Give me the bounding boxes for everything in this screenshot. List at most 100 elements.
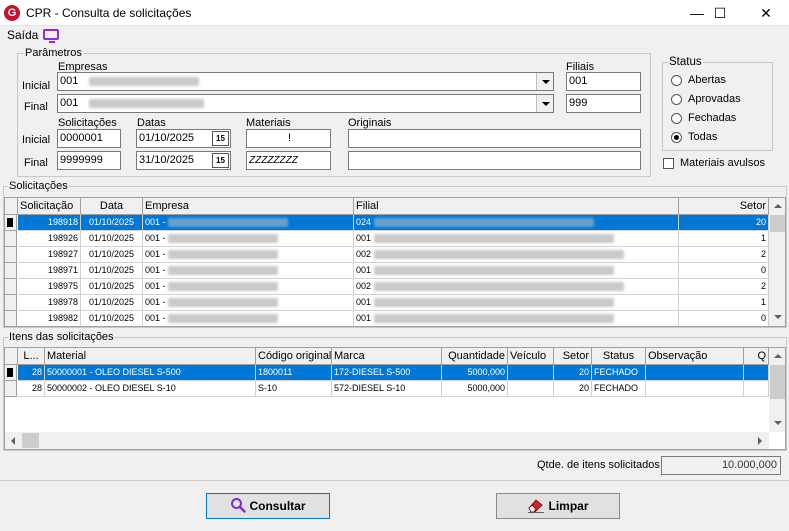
cell-solicitacao: 198978: [18, 295, 81, 311]
grid-corner: [5, 348, 18, 365]
row-indicator: [5, 279, 17, 295]
original-inicial-input[interactable]: [348, 129, 641, 148]
cell-filial: 024: [354, 215, 679, 231]
cell-filial: 001: [354, 311, 679, 326]
material-inicial-input[interactable]: !: [246, 129, 331, 148]
itens-hscrollbar[interactable]: [5, 432, 769, 449]
empresa-inicial-dropdown-button[interactable]: [536, 73, 553, 90]
parametros-legend: Parâmetros: [24, 47, 83, 59]
col-quantidade[interactable]: Quantidade: [442, 348, 508, 365]
col-status[interactable]: Status: [592, 348, 646, 365]
col-l[interactable]: L...: [18, 348, 45, 365]
grid-corner: [5, 198, 18, 215]
material-final-input[interactable]: ZZZZZZZZ: [246, 151, 331, 170]
data-final-input[interactable]: 31/10/2025 15: [136, 151, 231, 170]
cell-empresa: 001 -: [143, 295, 354, 311]
empresa-inicial-label: Inicial: [22, 80, 51, 92]
cell-empresa-code: 001 -: [145, 265, 166, 275]
col-observacao[interactable]: Observação: [646, 348, 744, 365]
monitor-icon[interactable]: [43, 29, 59, 43]
cell-data: 01/10/2025: [81, 311, 143, 326]
scroll-down-arrow[interactable]: [769, 309, 785, 326]
filial-final-input[interactable]: 999: [566, 94, 641, 113]
close-button[interactable]: ✕: [743, 0, 789, 26]
scroll-thumb[interactable]: [770, 365, 785, 399]
cell-empresa-code: 001 -: [145, 281, 166, 291]
originais-label: Originais: [348, 117, 392, 129]
itens-vscrollbar[interactable]: [769, 348, 785, 432]
status-todas-label[interactable]: Todas: [688, 131, 717, 143]
scroll-right-arrow[interactable]: [752, 432, 769, 449]
empresa-final-dropdown-button[interactable]: [536, 95, 553, 112]
status-fechadas-label[interactable]: Fechadas: [688, 112, 736, 124]
itens-grid[interactable]: L... Material Código original Marca Quan…: [4, 347, 786, 450]
cell-empresa: 001 -: [143, 263, 354, 279]
row-indicator: [5, 247, 17, 263]
col-codigo-original[interactable]: Código original: [256, 348, 332, 365]
col-marca[interactable]: Marca: [332, 348, 442, 365]
col-filial[interactable]: Filial: [354, 198, 679, 215]
hscroll-thumb[interactable]: [22, 433, 39, 448]
empresa-final-combo[interactable]: 001: [57, 94, 554, 113]
cell-solicitacao: 198918: [18, 215, 81, 231]
cell-status: FECHADO: [592, 365, 646, 381]
status-todas-radio[interactable]: [671, 132, 682, 143]
status-abertas-label[interactable]: Abertas: [688, 74, 726, 86]
solicitacao-final-input[interactable]: 9999999: [57, 151, 121, 170]
cell-marca: 572-DIESEL S-10: [332, 381, 442, 397]
scroll-thumb[interactable]: [770, 215, 785, 232]
calendar-icon[interactable]: 15: [212, 131, 229, 146]
scroll-left-arrow[interactable]: [5, 432, 22, 449]
col-q[interactable]: Q: [744, 348, 769, 365]
consultar-label: Consultar: [249, 499, 306, 513]
cell-quantidade: 5000,000: [442, 365, 508, 381]
cell-material: 50000002 - OLEO DIESEL S-10: [45, 381, 256, 397]
materiais-avulsos-checkbox[interactable]: [663, 158, 674, 169]
cell-setor: 2: [679, 279, 769, 295]
cell-solicitacao: 198926: [18, 231, 81, 247]
col-material[interactable]: Material: [45, 348, 256, 365]
cell-filial-code: 002: [356, 249, 372, 259]
cell-empresa-code: 001 -: [145, 249, 166, 259]
original-final-input[interactable]: [348, 151, 641, 170]
row-indicator: [5, 365, 17, 381]
cell-setor: 1: [679, 295, 769, 311]
col-setor[interactable]: Setor: [554, 348, 592, 365]
scroll-up-arrow[interactable]: [769, 198, 785, 215]
status-fechadas-radio[interactable]: [671, 113, 682, 124]
col-empresa[interactable]: Empresa: [143, 198, 354, 215]
maximize-button[interactable]: ☐: [697, 0, 743, 26]
scroll-down-arrow[interactable]: [769, 415, 785, 432]
menu-saida[interactable]: Saída: [7, 28, 38, 42]
filial-inicial-input[interactable]: 001: [566, 72, 641, 91]
status-abertas-radio[interactable]: [671, 75, 682, 86]
cell-data: 01/10/2025: [81, 295, 143, 311]
scroll-up-arrow[interactable]: [769, 348, 785, 365]
consultar-button[interactable]: Consultar: [206, 493, 330, 519]
status-aprovadas-radio[interactable]: [671, 94, 682, 105]
empresa-inicial-combo[interactable]: 001: [57, 72, 554, 91]
limpar-button[interactable]: Limpar: [496, 493, 620, 519]
materiais-avulsos-label[interactable]: Materiais avulsos: [680, 157, 765, 169]
col-data[interactable]: Data: [81, 198, 143, 215]
itens-legend: Itens das solicitações: [8, 331, 115, 343]
col-solicitacao[interactable]: Solicitação: [18, 198, 81, 215]
solicitacoes-grid[interactable]: Solicitação Data Empresa Filial Setor 19…: [4, 197, 786, 327]
cell-observacao: [646, 381, 744, 397]
cell-solicitacao: 198982: [18, 311, 81, 326]
status-aprovadas-label[interactable]: Aprovadas: [688, 93, 741, 105]
cell-empresa: 001 -: [143, 311, 354, 326]
cell-empresa: 001 -: [143, 279, 354, 295]
cell-setor: 20: [679, 215, 769, 231]
data-inicial-input[interactable]: 01/10/2025 15: [136, 129, 231, 148]
calendar-icon[interactable]: 15: [212, 153, 229, 168]
cell-filial: 002: [354, 247, 679, 263]
solicitacao-inicial-input[interactable]: 0000001: [57, 129, 121, 148]
col-veiculo[interactable]: Veículo: [508, 348, 554, 365]
cell-material: 50000001 - OLEO DIESEL S-500: [45, 365, 256, 381]
solicitacoes-vscrollbar[interactable]: [769, 198, 785, 326]
row-indicator: [5, 381, 17, 397]
filtro-final-label: Final: [24, 157, 48, 169]
col-setor[interactable]: Setor: [679, 198, 769, 215]
limpar-label: Limpar: [548, 499, 589, 513]
